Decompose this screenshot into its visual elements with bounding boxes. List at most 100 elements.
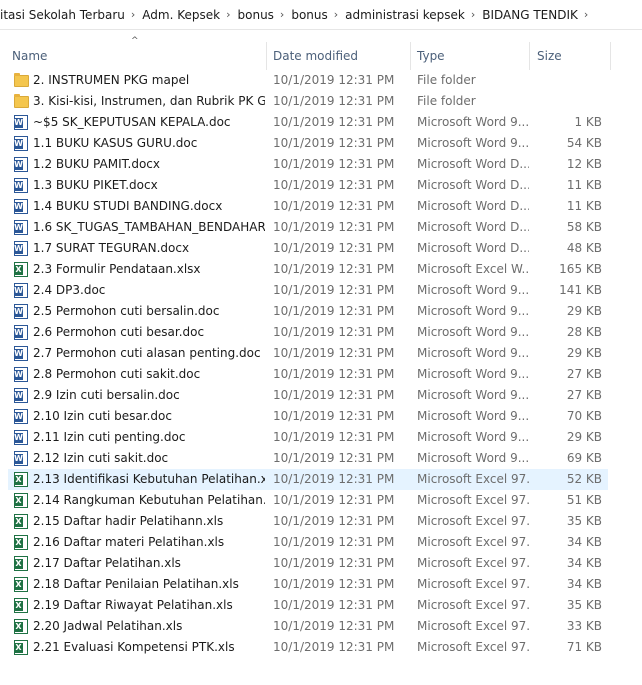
file-name: ~$5 SK_KEPUTUSAN KEPALA.doc	[33, 115, 231, 129]
file-row[interactable]: 2. INSTRUMEN PKG mapel 10/1/2019 12:31 PM…	[8, 70, 608, 91]
file-date-modified: 10/1/2019 12:31 PM	[273, 619, 395, 633]
file-date-modified: 10/1/2019 12:31 PM	[273, 472, 395, 486]
file-row[interactable]: 2.7 Permohon cuti alasan penting.doc 10/1…	[8, 343, 608, 364]
file-row[interactable]: 3. Kisi-kisi, Instrumen, dan Rubrik PK G…	[8, 91, 608, 112]
file-type: Microsoft Word D...	[417, 199, 529, 213]
file-row[interactable]: 2.19 Daftar Riwayat Pelatihan.xls 10/1/20…	[8, 595, 608, 616]
column-date-modified[interactable]: Date modified	[273, 43, 408, 69]
file-row[interactable]: 2.8 Permohon cuti sakit.doc 10/1/2019 12:…	[8, 364, 608, 385]
file-size: 29 KB	[566, 304, 602, 318]
column-size[interactable]: Size	[537, 43, 597, 69]
file-name: 2. INSTRUMEN PKG mapel	[33, 73, 190, 87]
column-divider[interactable]	[529, 42, 530, 70]
file-type: Microsoft Word 9...	[417, 115, 529, 129]
file-type: Microsoft Word 9...	[417, 367, 529, 381]
file-row[interactable]: 2.5 Permohon cuti bersalin.doc 10/1/2019 …	[8, 301, 608, 322]
file-size: 70 KB	[566, 409, 602, 423]
file-row[interactable]: 1.4 BUKU STUDI BANDING.docx 10/1/2019 12:…	[8, 196, 608, 217]
word-document-icon	[14, 451, 28, 466]
file-row[interactable]: 2.16 Daftar materi Pelatihan.xls 10/1/201…	[8, 532, 608, 553]
file-row[interactable]: 2.4 DP3.doc 10/1/2019 12:31 PM Microsoft W…	[8, 280, 608, 301]
file-name: 2.7 Permohon cuti alasan penting.doc	[33, 346, 261, 360]
file-name: 2.9 Izin cuti bersalin.doc	[33, 388, 180, 402]
breadcrumb-item[interactable]: BIDANG TENDIK	[482, 8, 578, 22]
file-row[interactable]: 2.18 Daftar Penilaian Pelatihan.xls 10/1/…	[8, 574, 608, 595]
chevron-right-icon[interactable]: ›	[226, 8, 230, 21]
file-name: 2.5 Permohon cuti bersalin.doc	[33, 304, 220, 318]
word-document-icon	[14, 178, 28, 193]
file-type: Microsoft Word 9...	[417, 451, 529, 465]
excel-workbook-icon	[14, 598, 28, 613]
file-date-modified: 10/1/2019 12:31 PM	[273, 157, 395, 171]
breadcrumb-item[interactable]: itasi Sekolah Terbaru	[0, 8, 125, 22]
file-name: 2.19 Daftar Riwayat Pelatihan.xls	[33, 598, 233, 612]
file-row[interactable]: 2.12 Izin cuti sakit.doc 10/1/2019 12:31 …	[8, 448, 608, 469]
file-type: File folder	[417, 73, 476, 87]
file-date-modified: 10/1/2019 12:31 PM	[273, 514, 395, 528]
file-name: 2.12 Izin cuti sakit.doc	[33, 451, 169, 465]
file-date-modified: 10/1/2019 12:31 PM	[273, 94, 395, 108]
file-date-modified: 10/1/2019 12:31 PM	[273, 199, 395, 213]
file-size: 33 KB	[566, 619, 602, 633]
column-divider[interactable]	[610, 42, 611, 70]
file-size: 48 KB	[566, 241, 602, 255]
file-row[interactable]: 2.20 Jadwal Pelatihan.xls 10/1/2019 12:31…	[8, 616, 608, 637]
file-date-modified: 10/1/2019 12:31 PM	[273, 73, 395, 87]
column-divider[interactable]	[266, 42, 267, 70]
file-size	[532, 91, 602, 112]
chevron-right-icon[interactable]: ›	[584, 8, 588, 21]
file-date-modified: 10/1/2019 12:31 PM	[273, 367, 395, 381]
file-size: 1 KB	[574, 115, 602, 129]
chevron-right-icon[interactable]: ›	[471, 8, 475, 21]
breadcrumb-item[interactable]: administrasi kepsek	[345, 8, 465, 22]
file-row[interactable]: ~$5 SK_KEPUTUSAN KEPALA.doc 10/1/2019 12:…	[8, 112, 608, 133]
chevron-right-icon[interactable]: ›	[131, 8, 135, 21]
chevron-right-icon[interactable]: ›	[280, 8, 284, 21]
file-row[interactable]: 1.7 SURAT TEGURAN.docx 10/1/2019 12:31 PM…	[8, 238, 608, 259]
file-row[interactable]: 2.15 Daftar hadir Pelatihann.xls 10/1/201…	[8, 511, 608, 532]
chevron-right-icon[interactable]: ›	[334, 8, 338, 21]
column-divider[interactable]	[410, 42, 411, 70]
excel-workbook-icon	[14, 262, 28, 277]
word-document-icon	[14, 136, 28, 151]
breadcrumb-item[interactable]: Adm. Kepsek	[142, 8, 220, 22]
excel-workbook-icon	[14, 535, 28, 550]
file-type: Microsoft Excel 97...	[417, 535, 529, 549]
file-row[interactable]: 2.6 Permohon cuti besar.doc 10/1/2019 12:…	[8, 322, 608, 343]
file-row[interactable]: 2.14 Rangkuman Kebutuhan Pelatihan.xls 10…	[8, 490, 608, 511]
file-row[interactable]: 2.13 Identifikasi Kebutuhan Pelatihan.xl…	[8, 469, 608, 490]
file-row[interactable]: 1.3 BUKU PIKET.docx 10/1/2019 12:31 PM Mic…	[8, 175, 608, 196]
column-name[interactable]: Name	[12, 43, 262, 69]
file-row[interactable]: 1.6 SK_TUGAS_TAMBAHAN_BENDAHARA... 10/1/2…	[8, 217, 608, 238]
file-size: 11 KB	[566, 178, 602, 192]
file-row[interactable]: 2.17 Daftar Pelatihan.xls 10/1/2019 12:31…	[8, 553, 608, 574]
file-name: 1.6 SK_TUGAS_TAMBAHAN_BENDAHARA...	[33, 220, 265, 234]
column-header: ^ Name Date modified Type Size	[0, 34, 642, 70]
file-row[interactable]: 2.11 Izin cuti penting.doc 10/1/2019 12:3…	[8, 427, 608, 448]
file-date-modified: 10/1/2019 12:31 PM	[273, 556, 395, 570]
excel-workbook-icon	[14, 514, 28, 529]
file-name: 2.14 Rangkuman Kebutuhan Pelatihan.xls	[33, 493, 265, 507]
word-document-icon	[14, 304, 28, 319]
file-name: 2.8 Permohon cuti sakit.doc	[33, 367, 201, 381]
file-row[interactable]: 1.2 BUKU PAMIT.docx 10/1/2019 12:31 PM Mic…	[8, 154, 608, 175]
file-name: 2.20 Jadwal Pelatihan.xls	[33, 619, 183, 633]
column-type[interactable]: Type	[417, 43, 527, 69]
file-row[interactable]: 2.9 Izin cuti bersalin.doc 10/1/2019 12:3…	[8, 385, 608, 406]
file-name: 2.13 Identifikasi Kebutuhan Pelatihan.xl…	[33, 472, 265, 486]
file-row[interactable]: 2.10 Izin cuti besar.doc 10/1/2019 12:31 …	[8, 406, 608, 427]
file-name: 2.4 DP3.doc	[33, 283, 106, 297]
file-type: File folder	[417, 94, 476, 108]
file-size: 71 KB	[566, 640, 602, 654]
file-type: Microsoft Word D...	[417, 220, 529, 234]
breadcrumb-item[interactable]: bonus	[291, 8, 327, 22]
file-name: 1.1 BUKU KASUS GURU.doc	[33, 136, 198, 150]
file-type: Microsoft Word D...	[417, 241, 529, 255]
word-document-icon	[14, 367, 28, 382]
breadcrumb-item[interactable]: bonus	[238, 8, 274, 22]
file-row[interactable]: 1.1 BUKU KASUS GURU.doc 10/1/2019 12:31 P…	[8, 133, 608, 154]
file-size: 141 KB	[559, 283, 602, 297]
file-row[interactable]: 2.3 Formulir Pendataan.xlsx 10/1/2019 12:…	[8, 259, 608, 280]
word-document-icon	[14, 220, 28, 235]
file-row[interactable]: 2.21 Evaluasi Kompetensi PTK.xls 10/1/201…	[8, 637, 608, 658]
